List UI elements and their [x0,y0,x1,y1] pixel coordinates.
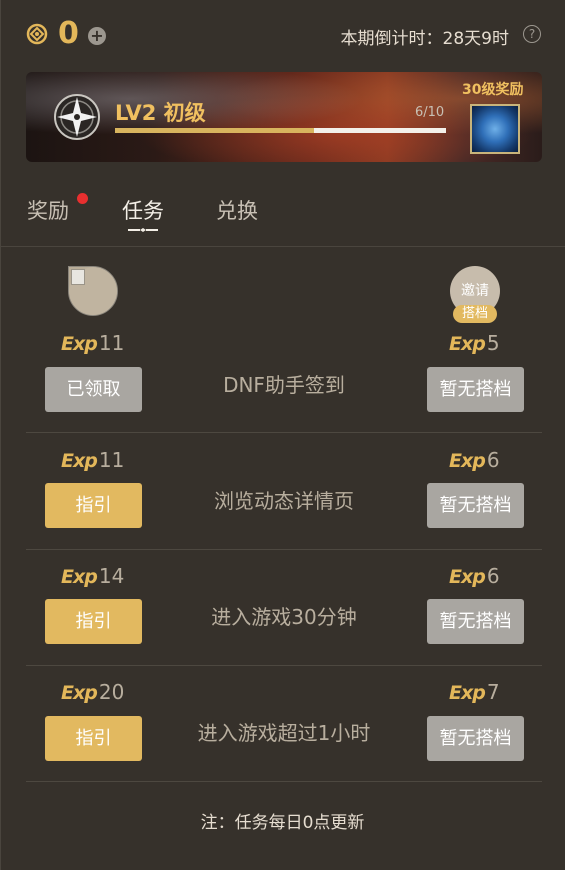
coin-count: 0 [58,16,79,51]
task-name: 进入游戏超过1小时 [197,721,371,745]
partner-exp-value: 5 [486,331,500,355]
left-edge-line [0,0,1,870]
user-avatar [68,266,118,316]
partner-exp: Exp 5 [449,331,500,355]
level-progress-fill [115,128,314,133]
exp-logo: Exp [449,682,486,704]
task-exp: Exp 14 [61,564,124,588]
tab-tasks[interactable]: 任务 [122,195,164,225]
exp-logo: Exp [61,333,98,355]
task-row: Exp 11 Exp 5 DNF助手签到 已领取 暂无搭档 [26,316,542,433]
task-row: Exp 14 Exp 6 进入游戏30分钟 指引 暂无搭档 [26,549,542,666]
exp-logo: Exp [449,566,486,588]
task-row: Exp 11 Exp 6 浏览动态详情页 指引 暂无搭档 [26,433,542,550]
exp-logo: Exp [61,682,98,704]
exp-logo: Exp [449,450,486,472]
exp-logo: Exp [449,333,486,355]
guide-button[interactable]: 指引 [45,483,142,528]
task-exp: Exp 20 [61,680,124,704]
no-partner-button[interactable]: 暂无搭档 [427,367,524,412]
partner-exp-value: 6 [486,448,500,472]
level-progress-text: 6/10 [415,105,445,120]
level-title: LV2 初级 [115,101,206,125]
level-reward-label: 30级奖励 [462,82,524,98]
active-tab-indicator [128,228,158,232]
tab-rewards[interactable]: 奖励 [27,195,69,225]
claimed-button[interactable]: 已领取 [45,367,142,412]
task-name: DNF助手签到 [223,373,345,397]
guide-button[interactable]: 指引 [45,599,142,644]
coin-icon [26,23,48,45]
top-bar: 0 + 本期倒计时：28天9时 ? [0,0,565,70]
no-partner-button[interactable]: 暂无搭档 [427,599,524,644]
task-exp: Exp 11 [61,331,124,355]
task-exp-value: 11 [98,448,125,472]
no-partner-button[interactable]: 暂无搭档 [427,483,524,528]
task-exp-value: 14 [98,564,125,588]
add-coin-icon[interactable]: + [88,27,106,45]
broken-image-icon [71,269,85,285]
help-icon[interactable]: ? [523,25,541,43]
partner-exp-value: 7 [486,680,500,704]
task-name: 浏览动态详情页 [214,489,354,513]
partner-exp: Exp 6 [449,448,500,472]
task-exp: Exp 11 [61,448,124,472]
exp-logo: Exp [61,566,98,588]
partner-exp: Exp 7 [449,680,500,704]
no-partner-button[interactable]: 暂无搭档 [427,716,524,761]
tabs-divider [0,246,565,247]
guide-button[interactable]: 指引 [45,716,142,761]
task-exp-value: 20 [98,680,125,704]
level-reward-item-icon[interactable] [470,104,520,154]
partner-exp: Exp 6 [449,564,500,588]
notification-dot [77,193,88,204]
level-progress-bar [115,128,446,133]
footnote: 注：任务每日0点更新 [200,813,365,833]
task-exp-value: 11 [98,331,125,355]
partner-exp-value: 6 [486,564,500,588]
task-name: 进入游戏30分钟 [211,605,357,629]
compass-rank-icon [54,94,100,140]
tab-exchange[interactable]: 兑换 [216,195,258,225]
task-row: Exp 20 Exp 7 进入游戏超过1小时 指引 暂无搭档 [26,665,542,782]
season-countdown: 本期倒计时：28天9时 [340,29,509,49]
exp-logo: Exp [61,450,98,472]
